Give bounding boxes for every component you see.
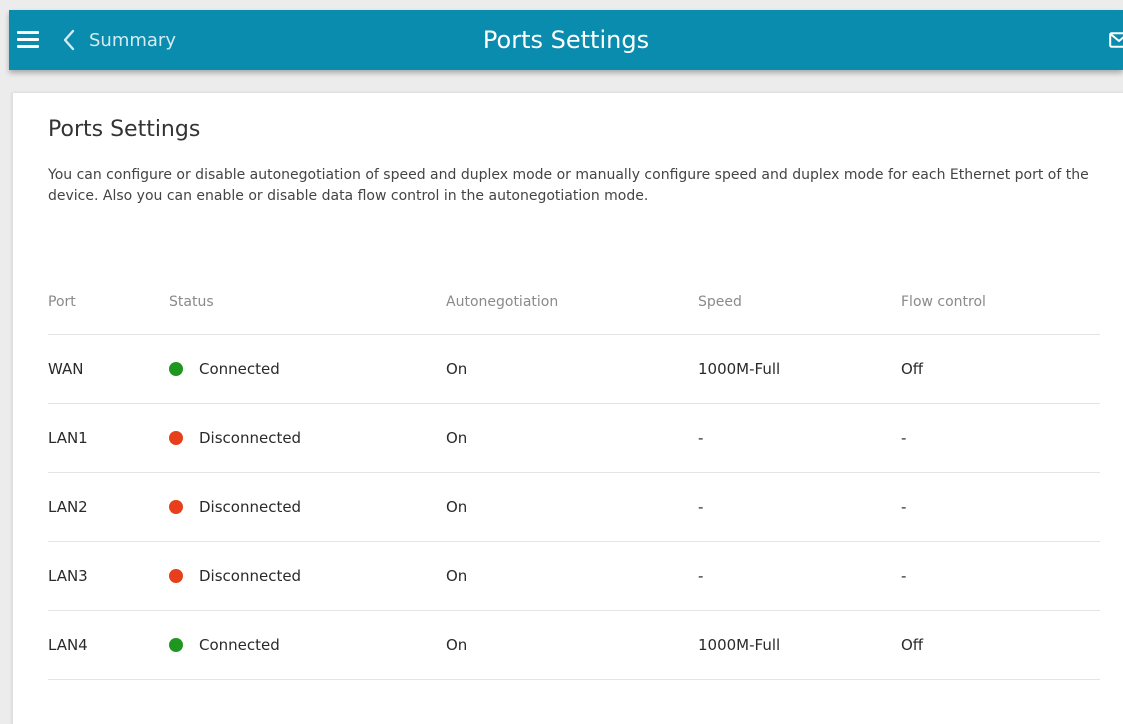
status-dot-icon [169, 431, 183, 445]
status-text: Connected [199, 636, 280, 654]
autonegotiation-cell: On [446, 610, 698, 680]
status-text: Disconnected [199, 567, 302, 585]
status-cell: Connected [169, 334, 446, 404]
status-cell: Connected [169, 610, 446, 680]
status-dot-icon [169, 569, 183, 583]
status-cell: Disconnected [169, 541, 446, 611]
port-cell: LAN2 [48, 472, 169, 542]
status-text: Connected [199, 360, 280, 378]
table-row[interactable]: LAN1 Disconnected On - - [48, 403, 1100, 473]
flow-control-cell: Off [901, 610, 1100, 680]
section-title: Ports Settings [48, 117, 201, 142]
flow-control-cell: - [901, 403, 1100, 473]
table-row[interactable]: LAN3 Disconnected On - - [48, 541, 1100, 611]
app-frame: Summary Ports Settings Ports Settings Yo… [0, 0, 1123, 724]
column-header-flow-control: Flow control [901, 269, 1100, 335]
status-text: Disconnected [199, 429, 302, 447]
page-title: Ports Settings [482, 26, 650, 54]
status-cell: Disconnected [169, 403, 446, 473]
mail-icon[interactable] [1109, 32, 1123, 48]
autonegotiation-cell: On [446, 541, 698, 611]
chevron-left-icon [63, 29, 75, 51]
port-cell: WAN [48, 334, 169, 404]
speed-cell: 1000M-Full [698, 610, 901, 680]
table-row[interactable]: LAN2 Disconnected On - - [48, 472, 1100, 542]
column-header-status: Status [169, 269, 446, 335]
hamburger-icon[interactable] [17, 28, 39, 52]
content-card: Ports Settings You can configure or disa… [12, 93, 1123, 724]
autonegotiation-cell: On [446, 334, 698, 404]
status-cell: Disconnected [169, 472, 446, 542]
status-dot-icon [169, 362, 183, 376]
speed-cell: 1000M-Full [698, 334, 901, 404]
port-cell: LAN3 [48, 541, 169, 611]
flow-control-cell: - [901, 541, 1100, 611]
top-bar: Summary Ports Settings [9, 10, 1123, 70]
section-description: You can configure or disable autonegotia… [48, 167, 1089, 204]
autonegotiation-cell: On [446, 403, 698, 473]
status-dot-icon [169, 500, 183, 514]
table-header-row: Port Status Autonegotiation Speed Flow c… [48, 269, 1100, 335]
ports-table: Port Status Autonegotiation Speed Flow c… [48, 269, 1100, 680]
port-cell: LAN1 [48, 403, 169, 473]
column-header-autonegotiation: Autonegotiation [446, 269, 698, 335]
column-header-port: Port [48, 269, 169, 335]
status-text: Disconnected [199, 498, 302, 516]
table-row[interactable]: LAN4 Connected On 1000M-Full Off [48, 610, 1100, 680]
column-header-speed: Speed [698, 269, 901, 335]
table-row[interactable]: WAN Connected On 1000M-Full Off [48, 334, 1100, 404]
autonegotiation-cell: On [446, 472, 698, 542]
flow-control-cell: - [901, 472, 1100, 542]
port-cell: LAN4 [48, 610, 169, 680]
status-dot-icon [169, 638, 183, 652]
back-to-summary-link[interactable]: Summary [63, 10, 176, 70]
speed-cell: - [698, 472, 901, 542]
flow-control-cell: Off [901, 334, 1100, 404]
speed-cell: - [698, 403, 901, 473]
back-label: Summary [89, 29, 176, 51]
speed-cell: - [698, 541, 901, 611]
